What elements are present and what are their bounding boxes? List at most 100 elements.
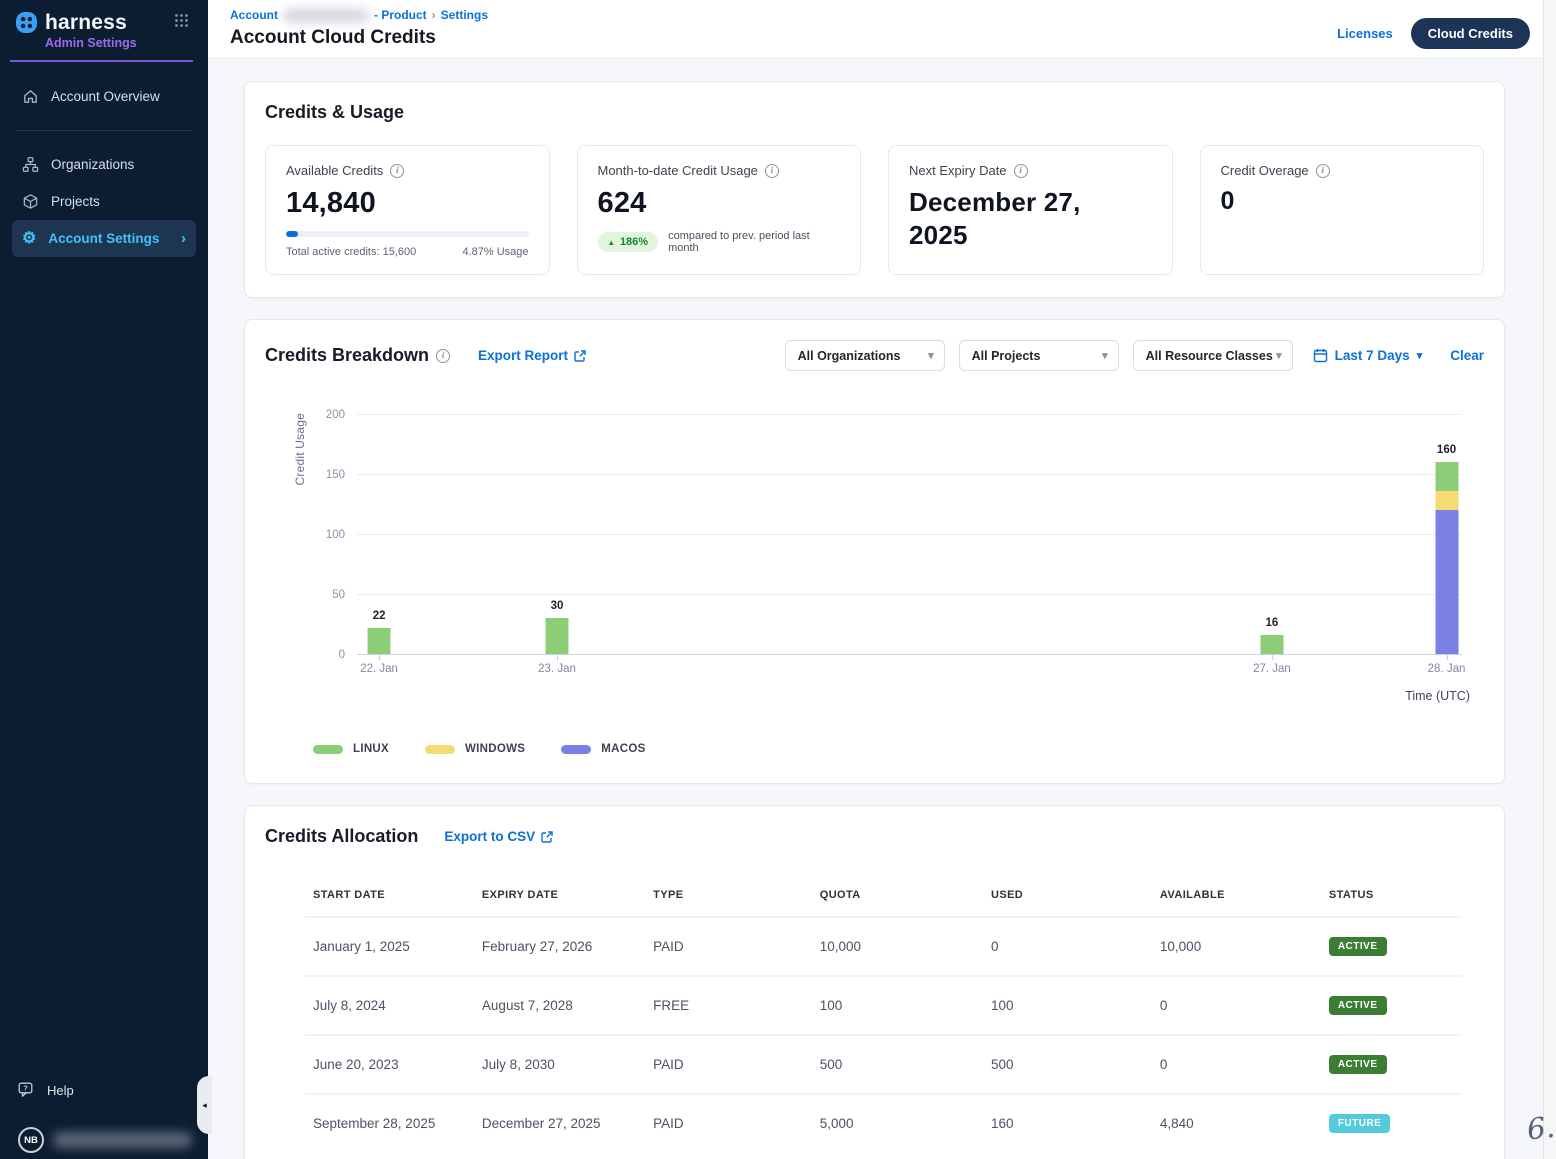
content: Credits & Usage Available Credits i 14,8… [208, 59, 1556, 1159]
credits-allocation-title: Credits Allocation [265, 826, 418, 847]
info-icon[interactable]: i [1316, 164, 1330, 178]
available-credits-value: 14,840 [286, 187, 529, 220]
organizations-filter-select[interactable]: All Organizations ▾ [785, 340, 945, 371]
legend-label: WINDOWS [465, 743, 525, 755]
cloud-credits-button[interactable]: Cloud Credits [1411, 18, 1530, 49]
chart-plot: 050100150200223016160 [357, 415, 1462, 655]
breadcrumb-separator-icon: › [432, 8, 436, 22]
chevron-down-icon: ▾ [1102, 349, 1108, 362]
table-row: September 28, 2025December 27, 2025PAID5… [305, 1094, 1462, 1152]
chart-bar-28Jan[interactable] [1435, 462, 1458, 654]
external-link-icon [541, 831, 553, 843]
legend-label: MACOS [601, 743, 645, 755]
mtd-usage-value: 624 [598, 187, 841, 220]
chart-bar-23Jan[interactable] [546, 618, 569, 654]
user-profile[interactable]: NB [18, 1127, 192, 1155]
breadcrumb-settings-link[interactable]: Settings [441, 8, 488, 22]
cell-status: ACTIVE [1321, 976, 1462, 1035]
avatar[interactable]: NB [18, 1127, 44, 1153]
chart-legend: LINUX WINDOWS MACOS [313, 743, 1484, 755]
projects-filter-select[interactable]: All Projects ▾ [959, 340, 1119, 371]
credits-breakdown-card: Credits Breakdown i Export Report All Or… [244, 319, 1505, 784]
available-credits-label: Available Credits [286, 163, 383, 178]
credits-progress-bar [286, 231, 529, 237]
chart-bar-22Jan[interactable] [368, 628, 391, 654]
clear-filters-link[interactable]: Clear [1450, 348, 1484, 363]
sidebar-item-projects[interactable]: Projects [12, 183, 196, 220]
column-header: EXPIRY DATE [474, 883, 645, 917]
brand-block: harness Admin Settings [10, 0, 193, 62]
handwritten-mark: 6. [1526, 1110, 1556, 1147]
legend-item-windows[interactable]: WINDOWS [425, 743, 525, 755]
sidebar-item-account-settings[interactable]: ⚙ Account Settings › [12, 220, 196, 257]
legend-item-linux[interactable]: LINUX [313, 743, 389, 755]
y-tick-label: 50 [332, 589, 345, 601]
table-row: July 8, 2024August 7, 2028FREE1001000ACT… [305, 976, 1462, 1035]
x-tick-mark [1272, 655, 1273, 660]
credits-usage-card: Credits & Usage Available Credits i 14,8… [244, 81, 1505, 298]
sidebar-item-label: Projects [51, 194, 100, 209]
bar-segment-macos[interactable] [1435, 510, 1458, 654]
gear-icon: ⚙ [22, 231, 36, 247]
chart-x-axis-title: Time (UTC) [1405, 689, 1470, 703]
export-report-link[interactable]: Export Report [478, 348, 586, 363]
legend-item-macos[interactable]: MACOS [561, 743, 645, 755]
date-range-value: Last 7 Days [1335, 348, 1410, 363]
harness-logo-icon [14, 10, 39, 35]
calendar-icon [1313, 348, 1328, 363]
resource-classes-filter-select[interactable]: All Resource Classes ▾ [1133, 340, 1293, 371]
home-icon [22, 88, 39, 105]
bar-segment-linux[interactable] [546, 618, 569, 654]
breadcrumb-product-link[interactable]: - Product [374, 8, 427, 22]
chart-x-axis-line [357, 654, 1462, 655]
table-header-row: START DATEEXPIRY DATETYPEQUOTAUSEDAVAILA… [305, 883, 1462, 917]
sidebar-item-label: Account Overview [51, 89, 160, 104]
sidebar-item-label: Organizations [51, 157, 134, 172]
resource-classes-filter-value: All Resource Classes [1146, 349, 1273, 363]
info-icon[interactable]: i [390, 164, 404, 178]
cell-type: PAID [645, 1035, 812, 1094]
column-header: START DATE [305, 883, 474, 917]
date-range-picker[interactable]: Last 7 Days ▾ [1313, 348, 1423, 363]
info-icon[interactable]: i [436, 349, 450, 363]
bar-value-label: 22 [373, 610, 386, 622]
cell-status: ACTIVE [1321, 917, 1462, 976]
organizations-filter-value: All Organizations [798, 349, 901, 363]
breadcrumb-account-link[interactable]: Account [230, 8, 278, 22]
sidebar-collapse-handle[interactable]: ◂ [197, 1076, 212, 1134]
help-button[interactable]: ? Help [18, 1082, 192, 1099]
cell-start_date: January 1, 2025 [305, 917, 474, 976]
export-csv-link[interactable]: Export to CSV [444, 829, 553, 844]
export-report-label: Export Report [478, 348, 568, 363]
next-expiry-value: December 27, 2025 [909, 186, 1104, 252]
bar-segment-linux[interactable] [368, 628, 391, 654]
column-header: STATUS [1321, 883, 1462, 917]
mtd-usage-label: Month-to-date Credit Usage [598, 163, 758, 178]
cell-type: FREE [645, 976, 812, 1035]
cell-available: 4,840 [1152, 1094, 1321, 1152]
chevron-right-icon: › [181, 230, 186, 247]
sidebar-item-account-overview[interactable]: Account Overview [12, 78, 196, 115]
app-switcher-icon[interactable] [172, 11, 191, 35]
y-tick-label: 200 [326, 409, 345, 421]
chevron-down-icon: ▾ [928, 349, 934, 362]
x-tick-label: 27. Jan [1253, 663, 1291, 675]
bar-segment-linux[interactable] [1260, 635, 1283, 654]
table-row: January 1, 2025February 27, 2026PAID10,0… [305, 917, 1462, 976]
cell-used: 160 [983, 1094, 1152, 1152]
status-badge: ACTIVE [1329, 1055, 1387, 1074]
bar-value-label: 30 [551, 600, 564, 612]
info-icon[interactable]: i [1014, 164, 1028, 178]
bar-segment-windows[interactable] [1435, 491, 1458, 510]
cell-expiry_date: July 8, 2030 [474, 1035, 645, 1094]
trend-badge: ▲ 186% [598, 232, 659, 252]
sidebar-item-organizations[interactable]: Organizations [12, 146, 196, 183]
page-scrollbar[interactable] [1543, 0, 1556, 1159]
info-icon[interactable]: i [765, 164, 779, 178]
x-tick-label: 22. Jan [360, 663, 398, 675]
bar-segment-linux[interactable] [1435, 462, 1458, 491]
y-tick-label: 150 [326, 469, 345, 481]
licenses-link[interactable]: Licenses [1337, 26, 1393, 41]
chart-bar-27Jan[interactable] [1260, 635, 1283, 654]
trend-percent: 186% [620, 236, 648, 248]
